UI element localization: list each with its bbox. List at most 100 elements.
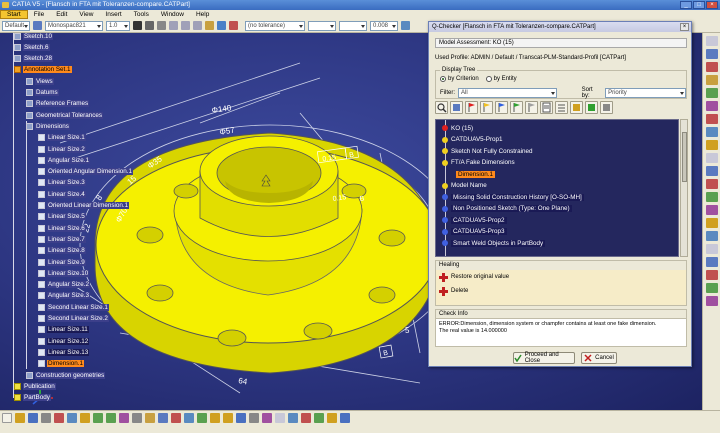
result-tree-node[interactable]: CATDUAV5-Prop2: [442, 215, 507, 225]
zoom-out-icon[interactable]: [223, 413, 233, 423]
fit-all-icon[interactable]: [171, 413, 181, 423]
print-icon[interactable]: [41, 413, 51, 423]
tree-node[interactable]: Dimensions: [26, 121, 70, 131]
dimension-icon[interactable]: [706, 127, 718, 137]
frame-icon[interactable]: [205, 21, 214, 30]
menu-start[interactable]: Start: [0, 10, 28, 19]
align-center-icon[interactable]: [181, 21, 190, 30]
check-icon[interactable]: [706, 192, 718, 202]
tree-node[interactable]: Linear Size.9: [38, 257, 86, 267]
precision-combo[interactable]: 0.008: [370, 20, 398, 31]
cancel-button[interactable]: Cancel: [581, 352, 617, 364]
tree-node[interactable]: Views: [26, 76, 54, 86]
dim-diameter-140[interactable]: Φ140: [211, 103, 232, 115]
tolerance-combo[interactable]: (no tolerance): [245, 20, 305, 31]
sketcher-icon[interactable]: [706, 36, 718, 46]
filter-select[interactable]: All: [458, 88, 557, 98]
sort-select[interactable]: Priority: [605, 88, 686, 98]
iso-view-icon[interactable]: [249, 413, 259, 423]
rotate-icon[interactable]: [197, 413, 207, 423]
by-criterion-radio[interactable]: by Criterion: [440, 76, 479, 82]
geometry-icon[interactable]: [706, 218, 718, 228]
tree-node[interactable]: Angular Size.3: [38, 291, 90, 301]
tree-node[interactable]: Angular Size.1: [38, 155, 90, 165]
flag-check-icon[interactable]: [510, 101, 523, 114]
result-tree-node[interactable]: Model Name: [442, 181, 487, 191]
knowledge-icon[interactable]: [145, 413, 155, 423]
restore-original-value-action[interactable]: Restore original value: [436, 270, 686, 284]
tree-node[interactable]: Linear Size.10: [38, 268, 90, 278]
measure-between-icon[interactable]: [301, 413, 311, 423]
result-tree-node[interactable]: Non Positioned Sketch (Type: One Plane): [442, 204, 572, 214]
menu-tools[interactable]: Tools: [128, 11, 155, 18]
tree-node[interactable]: Linear Size.12: [38, 336, 90, 346]
result-tree-node[interactable]: Missing Solid Construction History [O-SO…: [442, 192, 584, 202]
expand-all-icon[interactable]: [450, 101, 463, 114]
hide-show-icon[interactable]: [275, 413, 285, 423]
dimension-property-icon[interactable]: [401, 21, 410, 30]
pan-icon[interactable]: [184, 413, 194, 423]
flag-blue-icon[interactable]: [495, 101, 508, 114]
close-window-button[interactable]: ×: [706, 1, 718, 9]
q-checker-close-button[interactable]: ×: [680, 23, 689, 31]
by-entity-radio[interactable]: by Entity: [485, 76, 517, 82]
section-icon[interactable]: [706, 166, 718, 176]
dim-5[interactable]: 5: [405, 326, 410, 335]
measure-icon[interactable]: [706, 179, 718, 189]
symbol-icon[interactable]: [217, 21, 226, 30]
fly-mode-icon[interactable]: [158, 413, 168, 423]
cut-icon[interactable]: [54, 413, 64, 423]
search-icon[interactable]: [706, 270, 718, 280]
tree-node[interactable]: Construction geometries: [26, 370, 106, 380]
layer-icon[interactable]: [706, 283, 718, 293]
tree-node[interactable]: Linear Size.2: [38, 144, 86, 154]
result-tree-node[interactable]: KO (15): [442, 123, 473, 133]
undo-icon[interactable]: [93, 413, 103, 423]
font-size-combo[interactable]: 1.0: [106, 20, 130, 31]
text-icon[interactable]: [706, 75, 718, 85]
filter-icon[interactable]: [706, 205, 718, 215]
menu-help[interactable]: Help: [190, 11, 215, 18]
tolerance-value-combo[interactable]: [339, 20, 367, 31]
exit-workbench-icon[interactable]: [706, 49, 718, 59]
flag-yellow-icon[interactable]: [480, 101, 493, 114]
dim-diameter-57[interactable]: Φ57: [219, 125, 236, 137]
tree-node[interactable]: Sketch.10: [14, 33, 54, 41]
analysis-icon[interactable]: [706, 231, 718, 241]
flag-note-icon[interactable]: [706, 88, 718, 98]
tree-node[interactable]: Sketch.6: [14, 42, 50, 52]
tree-node[interactable]: Linear Size.8: [38, 246, 86, 256]
update-icon[interactable]: [706, 244, 718, 254]
formula-icon[interactable]: [132, 413, 142, 423]
healing-icon[interactable]: [585, 101, 598, 114]
align-left-icon[interactable]: [169, 21, 178, 30]
underline-icon[interactable]: [157, 21, 166, 30]
tree-node[interactable]: PartBody: [14, 393, 51, 403]
apply-material-icon[interactable]: [327, 413, 337, 423]
tree-node[interactable]: Linear Size.5: [38, 212, 86, 222]
list-icon[interactable]: [555, 101, 568, 114]
tree-node[interactable]: Datums: [26, 88, 59, 98]
result-tree-scrollbar[interactable]: [680, 119, 688, 257]
tree-node[interactable]: Second Linear Size.1: [38, 302, 109, 312]
proceed-and-close-button[interactable]: Proceed and Close: [513, 352, 575, 364]
tree-node[interactable]: Linear Size.7: [38, 234, 86, 244]
tree-node[interactable]: Geometrical Tolerances: [26, 110, 104, 120]
report-icon[interactable]: [540, 101, 553, 114]
scrollbar-thumb[interactable]: [682, 132, 687, 182]
export-icon[interactable]: [570, 101, 583, 114]
menu-file[interactable]: File: [28, 11, 50, 18]
save-icon[interactable]: [28, 413, 38, 423]
flag-info-icon[interactable]: [525, 101, 538, 114]
view-icon[interactable]: [706, 140, 718, 150]
tree-node[interactable]: Dimension.1: [38, 359, 84, 369]
maximize-button[interactable]: □: [693, 1, 705, 9]
result-tree-node[interactable]: Dimension.1: [456, 169, 495, 179]
style-combo[interactable]: Default: [2, 20, 30, 31]
tolerance-icon[interactable]: [229, 21, 238, 30]
whats-this-icon[interactable]: [119, 413, 129, 423]
tree-node[interactable]: Annotation Set.1: [14, 65, 72, 75]
open-icon[interactable]: [15, 413, 25, 423]
result-tree-node[interactable]: CATDUAV5-Prop3: [442, 227, 507, 237]
tree-node[interactable]: Linear Size.1: [38, 133, 86, 143]
